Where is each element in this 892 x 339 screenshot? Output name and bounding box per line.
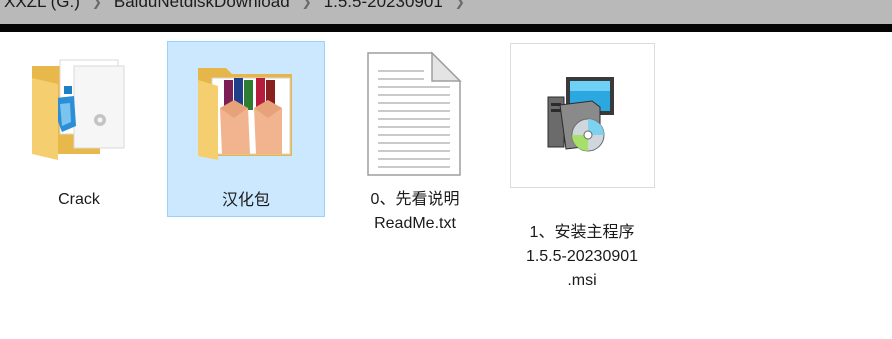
folder-icon	[32, 59, 125, 160]
file-item-label-line: 0、先看说明	[370, 191, 460, 208]
chevron-right-icon[interactable]: ❯	[455, 0, 465, 8]
msi-installer-icon	[547, 77, 614, 152]
file-list-view: Crack 汉化包 0、先看说明 ReadMe.txt 1、安装主程序 1.5.…	[0, 32, 892, 339]
file-item-chinese-pack[interactable]: 汉化包	[167, 41, 325, 217]
file-item-label-line: 1、安装主程序	[529, 224, 635, 241]
toolbar-separator	[0, 24, 892, 32]
breadcrumb-item-download-folder[interactable]: BaiduNetdiskDownload	[108, 0, 296, 12]
address-bar[interactable]: XXZL (G:) ❯ BaiduNetdiskDownload ❯ 1.5.5…	[0, 0, 892, 24]
file-item-msi-installer[interactable]: 1、安装主程序 1.5.5-20230901 .msi	[508, 41, 656, 289]
text-document-icon	[367, 51, 462, 176]
file-item-label: Crack	[58, 191, 100, 208]
file-item-crack[interactable]: Crack	[8, 40, 150, 216]
chevron-right-icon[interactable]: ❯	[302, 0, 312, 8]
breadcrumb-item-drive[interactable]: XXZL (G:)	[0, 0, 86, 12]
file-item-label-line: .msi	[567, 272, 597, 289]
file-item-label: 汉化包	[221, 192, 270, 209]
file-item-readme[interactable]: 0、先看说明 ReadMe.txt	[342, 41, 488, 251]
chevron-right-icon[interactable]: ❯	[92, 0, 102, 8]
file-item-label-line: ReadMe.txt	[374, 215, 456, 232]
file-item-label-line: 1.5.5-20230901	[525, 248, 639, 265]
breadcrumb-item-current-folder[interactable]: 1.5.5-20230901	[318, 0, 449, 12]
breadcrumb: XXZL (G:) ❯ BaiduNetdiskDownload ❯ 1.5.5…	[0, 0, 471, 14]
folder-books-icon	[198, 68, 292, 160]
